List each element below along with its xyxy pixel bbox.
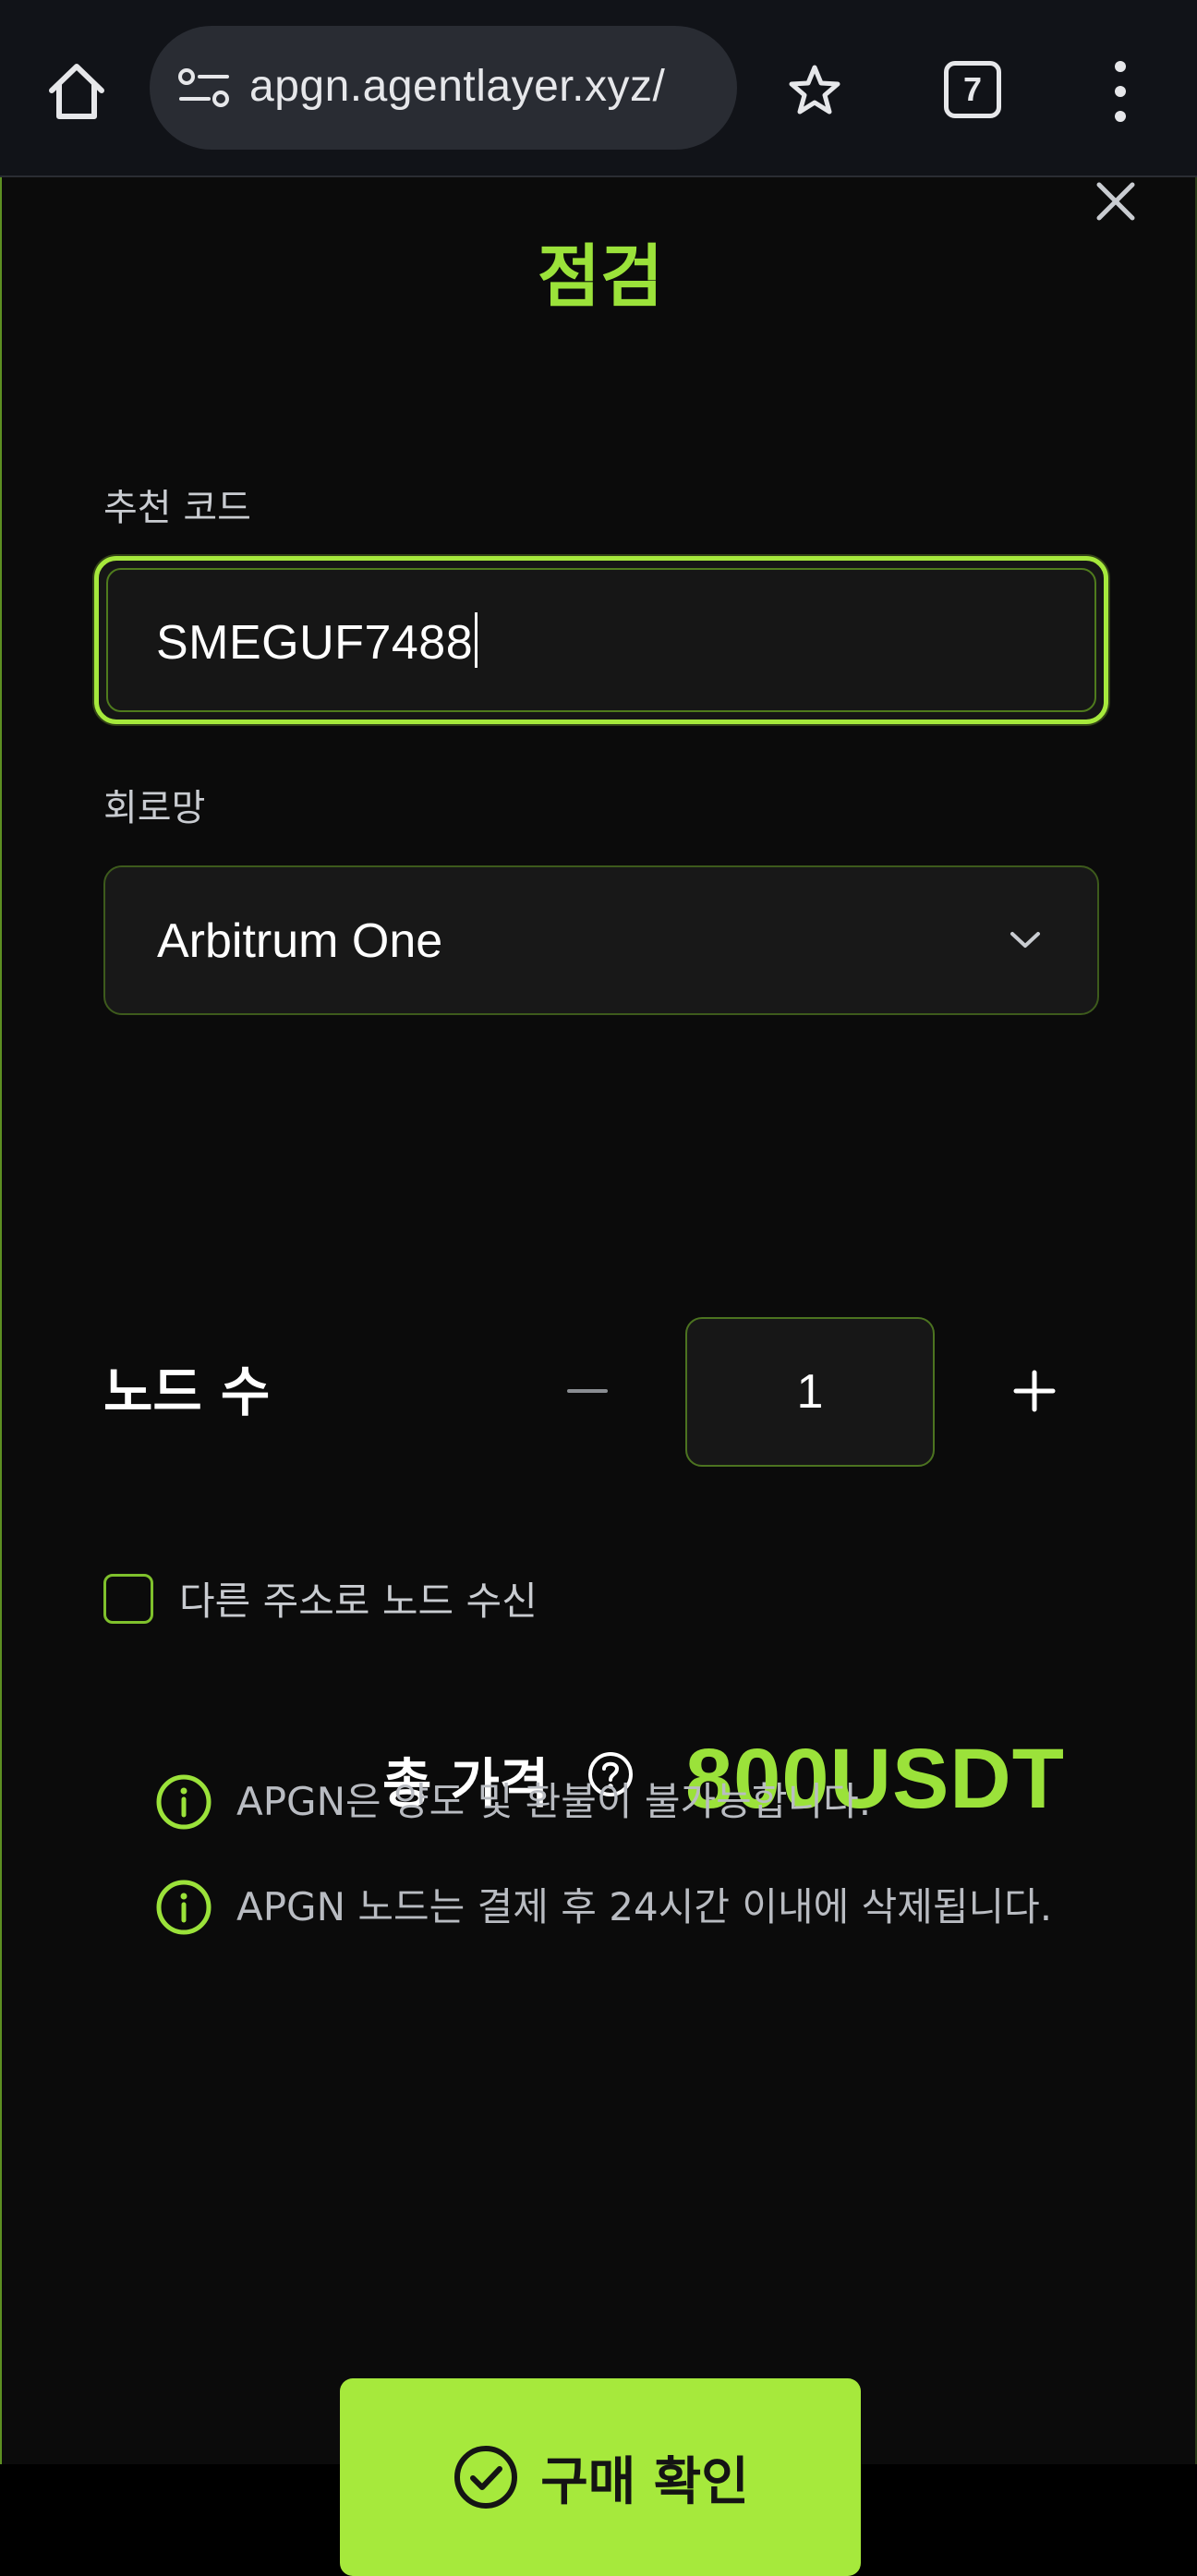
notice-text: APGN은 양도 및 환불이 불가능합니다. [236,1779,872,1824]
referral-code-label: 추천 코드 [103,487,251,529]
alt-address-checkbox[interactable] [103,1574,153,1624]
decrement-button[interactable] [565,1369,610,1413]
alt-address-label[interactable]: 다른 주소로 노드 수신 [179,1570,538,1627]
chevron-down-icon [1010,932,1040,948]
notice-text: APGN 노드는 결제 후 24시간 이내에 삭제됩니다. [236,1884,1053,1929]
confirm-purchase-label: 구매 확인 [540,2451,749,2512]
network-selected-value: Arbitrum One [157,914,443,968]
address-bar[interactable]: apgn.agentlayer.xyz/ [150,26,737,150]
text-caret [475,612,478,668]
notice-item: APGN 노드는 결제 후 24시간 이내에 삭제됩니다. [155,1875,1077,1940]
checkout-modal: 점검 추천 코드 SMEGUF7488 회로망 Arbitrum One 노드 … [0,177,1197,2576]
confirm-purchase-button[interactable]: 구매 확인 [340,2378,861,2576]
overflow-menu-icon[interactable] [1106,59,1134,124]
node-quantity-input[interactable]: 1 [685,1317,935,1467]
network-label: 회로망 [103,787,206,829]
notice-item: APGN은 양도 및 환불이 불가능합니다. [155,1770,1132,1834]
browser-toolbar: apgn.agentlayer.xyz/ 7 [0,0,1197,177]
check-circle-icon [454,2446,518,2509]
bookmark-star-icon[interactable] [787,63,842,118]
modal-title: 점검 [537,237,664,317]
referral-code-value: SMEGUF7488 [156,612,478,671]
tab-switcher-button[interactable]: 7 [944,61,1001,118]
url-text[interactable]: apgn.agentlayer.xyz/ [249,61,665,112]
close-icon[interactable] [1092,177,1140,225]
site-info-icon[interactable] [177,67,231,109]
info-icon [156,1880,212,1935]
node-count-label: 노드 수 [103,1361,271,1423]
referral-code-input[interactable]: SMEGUF7488 [94,556,1108,724]
increment-button[interactable] [1012,1369,1057,1413]
network-select[interactable]: Arbitrum One [103,865,1099,1015]
home-icon[interactable] [44,61,109,122]
info-icon [156,1774,212,1830]
